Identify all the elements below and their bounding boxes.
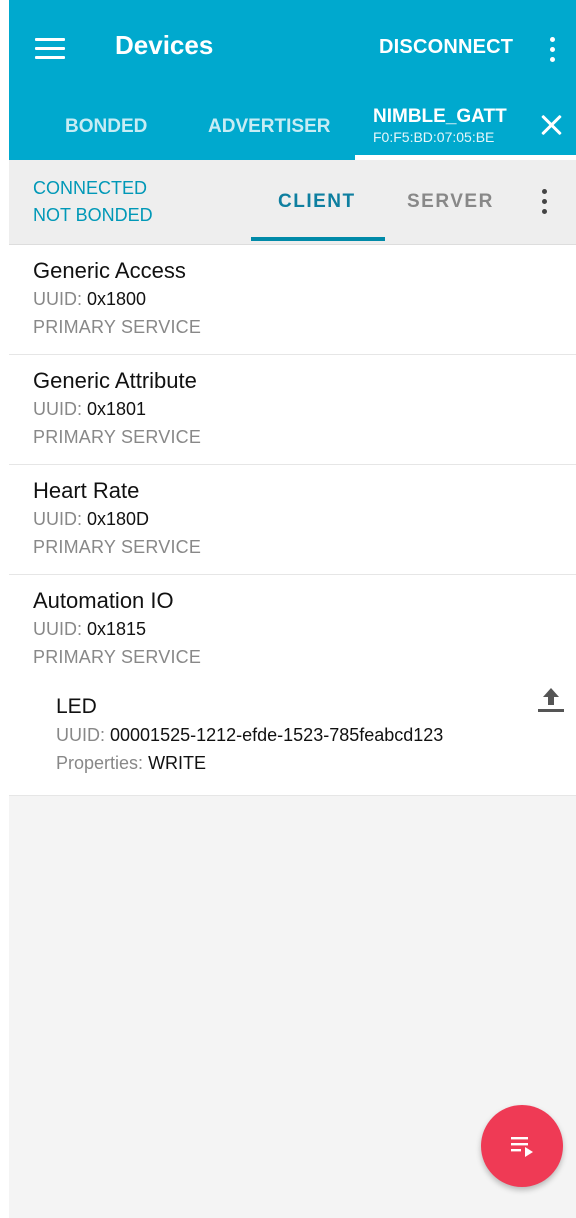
close-icon[interactable] [540, 113, 564, 137]
device-tabs: BONDED ADVERTISER NIMBLE_GATT F0:F5:BD:0… [9, 98, 576, 160]
more-vert-icon[interactable] [550, 37, 556, 65]
service-uuid: UUID: 0x180D [33, 509, 150, 529]
service-type: PRIMARY SERVICE [33, 537, 202, 557]
upload-icon[interactable] [534, 686, 568, 716]
service-heart-rate[interactable]: Heart Rate UUID: 0x180D PRIMARY SERVICE [9, 465, 576, 575]
characteristic-name: LED [56, 695, 97, 718]
tab-server[interactable]: SERVER [407, 191, 494, 213]
log-fab-button[interactable] [481, 1105, 563, 1187]
service-name: Generic Attribute [33, 368, 197, 393]
service-uuid: UUID: 0x1815 [33, 619, 147, 639]
service-name: Generic Access [33, 258, 186, 283]
service-name: Heart Rate [33, 478, 140, 503]
disconnect-button[interactable]: DISCONNECT [379, 36, 513, 59]
characteristic-uuid: UUID: 00001525-1212-efde-1523-785feabcd1… [56, 725, 444, 745]
device-name: NIMBLE_GATT [373, 106, 507, 127]
service-type: PRIMARY SERVICE [33, 647, 202, 667]
tab-advertiser[interactable]: ADVERTISER [208, 116, 330, 138]
characteristic-properties: Properties: WRITE [56, 753, 207, 773]
connection-bar: CONNECTED NOT BONDED CLIENT SERVER [9, 160, 576, 245]
service-list: Generic Access UUID: 0x1800 PRIMARY SERV… [9, 245, 576, 796]
tab-client[interactable]: CLIENT [278, 191, 356, 213]
playlist-play-icon [511, 1137, 533, 1157]
toolbar: Devices DISCONNECT [9, 0, 576, 98]
service-uuid: UUID: 0x1800 [33, 289, 147, 309]
characteristic-led[interactable]: LED UUID: 00001525-1212-efde-1523-785fea… [9, 683, 576, 796]
connection-status: CONNECTED [33, 178, 148, 198]
app-root: Devices DISCONNECT BONDED ADVERTISER NIM… [9, 0, 576, 1218]
service-generic-attribute[interactable]: Generic Attribute UUID: 0x1801 PRIMARY S… [9, 355, 576, 465]
more-vert-icon[interactable] [542, 189, 548, 217]
tab-bonded[interactable]: BONDED [65, 116, 147, 138]
service-automation-io[interactable]: Automation IO UUID: 0x1815 PRIMARY SERVI… [9, 575, 576, 684]
service-uuid: UUID: 0x1801 [33, 399, 147, 419]
page-title: Devices [115, 30, 214, 60]
client-tab-indicator [251, 237, 385, 241]
service-type: PRIMARY SERVICE [33, 317, 202, 337]
service-generic-access[interactable]: Generic Access UUID: 0x1800 PRIMARY SERV… [9, 245, 576, 355]
service-type: PRIMARY SERVICE [33, 427, 202, 447]
bond-status: NOT BONDED [33, 205, 153, 225]
service-name: Automation IO [33, 588, 174, 613]
menu-icon[interactable] [35, 36, 65, 60]
device-address: F0:F5:BD:07:05:BE [373, 129, 495, 145]
